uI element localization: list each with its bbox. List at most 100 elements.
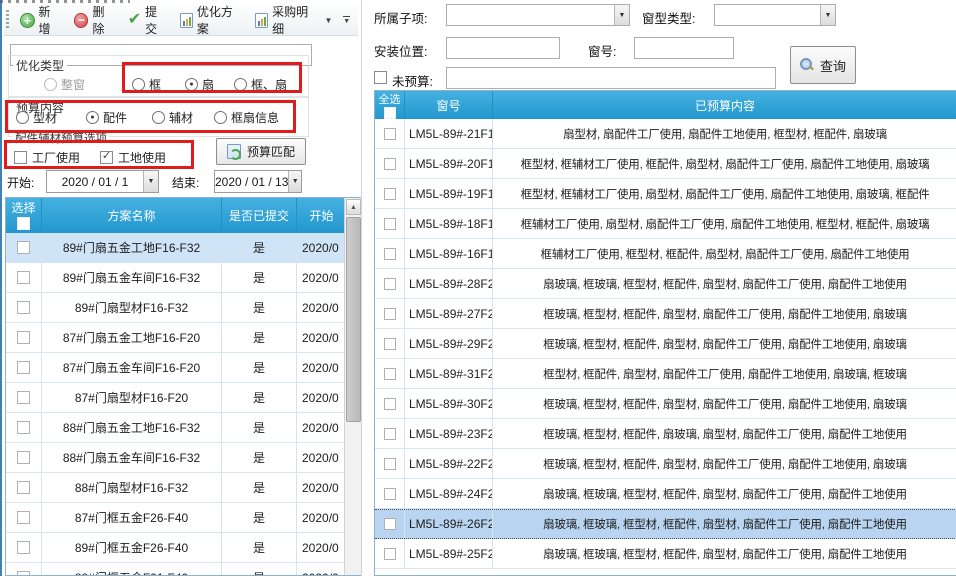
- row-checkbox[interactable]: [384, 548, 396, 560]
- plan-start: 2020/0: [297, 503, 346, 532]
- radio-profile[interactable]: 型材: [16, 108, 57, 126]
- row-checkbox[interactable]: [17, 451, 30, 464]
- row-checkbox[interactable]: [17, 301, 30, 314]
- table-row[interactable]: LM5L-89#-19F17框型材, 框辅材工厂使用, 扇型材, 扇配件工厂使用…: [375, 179, 956, 209]
- panel-splitter[interactable]: [361, 0, 362, 576]
- table-row[interactable]: LM5L-89#-18F16框辅材工厂使用, 扇型材, 扇配件工厂使用, 扇配件…: [375, 209, 956, 239]
- row-checkbox[interactable]: [17, 361, 30, 374]
- purchase-detail-button[interactable]: 采购明细: [250, 0, 337, 40]
- table-row[interactable]: LM5L-89#-30F28框玻璃, 框型材, 框配件, 扇型材, 扇配件工厂使…: [375, 389, 956, 419]
- row-checkbox[interactable]: [384, 248, 396, 260]
- row-checkbox[interactable]: [17, 511, 30, 524]
- scrollbar-thumb[interactable]: [346, 217, 361, 422]
- table-row[interactable]: LM5L-89#-28F26扇玻璃, 框玻璃, 框型材, 框配件, 扇型材, 扇…: [375, 269, 956, 299]
- radio-frame-sash-info[interactable]: 框扇信息: [214, 108, 279, 126]
- plan-name-column-header[interactable]: 方案名称: [42, 198, 222, 233]
- table-row[interactable]: 89#门扇五金车间F16-F32是2020/0: [6, 263, 346, 293]
- table-row[interactable]: 89#门扇型材F16-F32是2020/0: [6, 293, 346, 323]
- table-row[interactable]: 88#门扇五金工地F16-F32是2020/0: [6, 413, 346, 443]
- table-row[interactable]: 87#门扇五金车间F16-F20是2020/0: [6, 353, 346, 383]
- row-checkbox[interactable]: [384, 368, 396, 380]
- row-checkbox[interactable]: [384, 188, 396, 200]
- row-checkbox[interactable]: [384, 338, 396, 350]
- vertical-scrollbar[interactable]: [344, 198, 361, 575]
- row-checkbox[interactable]: [384, 158, 396, 170]
- row-checkbox[interactable]: [17, 391, 30, 404]
- table-row[interactable]: 87#门扇型材F16-F20是2020/0: [6, 383, 346, 413]
- row-checkbox[interactable]: [384, 218, 396, 230]
- table-row[interactable]: 88#门扇型材F16-F32是2020/0: [6, 473, 346, 503]
- table-row[interactable]: LM5L-89#-25F23扇玻璃, 框玻璃, 框型材, 框配件, 扇型材, 扇…: [375, 539, 956, 569]
- toolbar-grip[interactable]: [6, 10, 9, 30]
- window-no: LM5L-89#-20F18: [405, 149, 493, 178]
- row-checkbox[interactable]: [17, 271, 30, 284]
- submit-button[interactable]: 提交: [123, 0, 173, 40]
- row-checkbox[interactable]: [17, 241, 30, 254]
- budget-match-button[interactable]: 预算匹配: [216, 138, 306, 165]
- optimize-plan-button[interactable]: 优化方案: [175, 0, 248, 40]
- row-checkbox[interactable]: [17, 571, 30, 576]
- table-row[interactable]: 89#门扇五金工地F16-F32是2020/0: [6, 233, 346, 263]
- radio-auxiliary[interactable]: 辅材: [152, 108, 193, 126]
- table-row[interactable]: 87#门框五金F26-F40是2020/0: [6, 503, 346, 533]
- no-budget-input[interactable]: [446, 67, 776, 89]
- search-icon: [800, 58, 814, 72]
- row-checkbox[interactable]: [17, 541, 30, 554]
- chevron-down-icon[interactable]: [288, 171, 301, 192]
- row-checkbox[interactable]: [17, 421, 30, 434]
- scroll-up-icon[interactable]: [346, 199, 361, 215]
- table-row[interactable]: 89#门框五金F26-F40是2020/0: [6, 533, 346, 563]
- radio-whole-window[interactable]: 整窗: [44, 75, 85, 93]
- start-column-header[interactable]: 开始: [297, 198, 346, 233]
- chevron-down-icon[interactable]: [614, 5, 629, 25]
- budgeted-column-header[interactable]: 已预算内容: [493, 91, 956, 119]
- table-row-selected[interactable]: LM5L-89#-26F24扇玻璃, 框玻璃, 框型材, 框配件, 扇型材, 扇…: [375, 509, 956, 539]
- sub-item-select[interactable]: [446, 4, 630, 26]
- radio-accessory[interactable]: ● 配件: [86, 108, 127, 126]
- select-all-checkbox[interactable]: [17, 217, 30, 230]
- table-row[interactable]: LM5L-89#-16F15框辅材工厂使用, 框型材, 框配件, 扇型材, 扇配…: [375, 239, 956, 269]
- start-date-picker[interactable]: 2020 / 01 / 1: [46, 170, 159, 193]
- end-date-picker[interactable]: 2020 / 01 / 13: [214, 170, 302, 193]
- window-no-input[interactable]: [634, 37, 734, 59]
- table-row[interactable]: 88#门扇五金车间F16-F32是2020/0: [6, 443, 346, 473]
- row-checkbox[interactable]: [384, 308, 396, 320]
- row-checkbox[interactable]: [17, 331, 30, 344]
- radio-frame[interactable]: 框: [132, 75, 161, 93]
- chevron-down-icon[interactable]: [820, 5, 835, 25]
- row-checkbox[interactable]: [384, 278, 396, 290]
- table-row[interactable]: LM5L-89#-29F27框玻璃, 框型材, 框配件, 扇型材, 扇配件工厂使…: [375, 329, 956, 359]
- table-row[interactable]: 87#门扇五金工地F16-F20是2020/0: [6, 323, 346, 353]
- table-row[interactable]: LM5L-89#-27F25框玻璃, 框型材, 框配件, 扇型材, 扇配件工厂使…: [375, 299, 956, 329]
- chevron-down-icon[interactable]: [143, 171, 158, 192]
- toolbar-overflow-button[interactable]: [339, 9, 354, 31]
- table-row[interactable]: LM5L-89#-22F20框玻璃, 框型材, 框配件, 扇型材, 扇配件工厂使…: [375, 449, 956, 479]
- row-checkbox[interactable]: [384, 458, 396, 470]
- select-all-checkbox[interactable]: [384, 107, 396, 119]
- submitted-column-header[interactable]: 是否已提交: [222, 198, 297, 233]
- table-row[interactable]: LM5L-89#-23F21框玻璃, 框型材, 框配件, 扇玻璃, 扇型材, 扇…: [375, 419, 956, 449]
- row-checkbox[interactable]: [17, 481, 30, 494]
- row-checkbox[interactable]: [384, 518, 396, 530]
- delete-button[interactable]: 删除: [69, 0, 121, 40]
- table-row[interactable]: LM5L-89#-20F18框型材, 框辅材工厂使用, 框配件, 扇型材, 扇配…: [375, 149, 956, 179]
- window-no: LM5L-89#-19F17: [405, 179, 493, 208]
- checkbox-site-use[interactable]: ✓ 工地使用: [100, 148, 166, 166]
- no-budget-checkbox[interactable]: [374, 71, 387, 84]
- table-row[interactable]: 88#门框五金F21-F40是2020/0: [6, 563, 346, 576]
- add-button[interactable]: 新增: [15, 0, 67, 40]
- radio-sash[interactable]: ● 扇: [185, 75, 214, 93]
- row-checkbox[interactable]: [384, 398, 396, 410]
- row-checkbox[interactable]: [384, 128, 396, 140]
- checkbox-factory-use[interactable]: 工厂使用: [14, 148, 80, 166]
- install-position-input[interactable]: [446, 37, 560, 59]
- window-type-select[interactable]: [714, 4, 836, 26]
- radio-frame-sash[interactable]: 框、扇: [234, 75, 287, 93]
- row-checkbox[interactable]: [384, 488, 396, 500]
- table-row[interactable]: LM5L-89#-24F22扇玻璃, 框玻璃, 框型材, 框配件, 扇型材, 扇…: [375, 479, 956, 509]
- query-button[interactable]: 查询: [790, 46, 856, 84]
- window-no-column-header[interactable]: 窗号: [405, 91, 493, 119]
- table-row[interactable]: LM5L-89#-21F19扇型材, 扇配件工厂使用, 扇配件工地使用, 框型材…: [375, 119, 956, 149]
- row-checkbox[interactable]: [384, 428, 396, 440]
- table-row[interactable]: LM5L-89#-31F29框型材, 框配件, 扇型材, 扇配件工厂使用, 扇配…: [375, 359, 956, 389]
